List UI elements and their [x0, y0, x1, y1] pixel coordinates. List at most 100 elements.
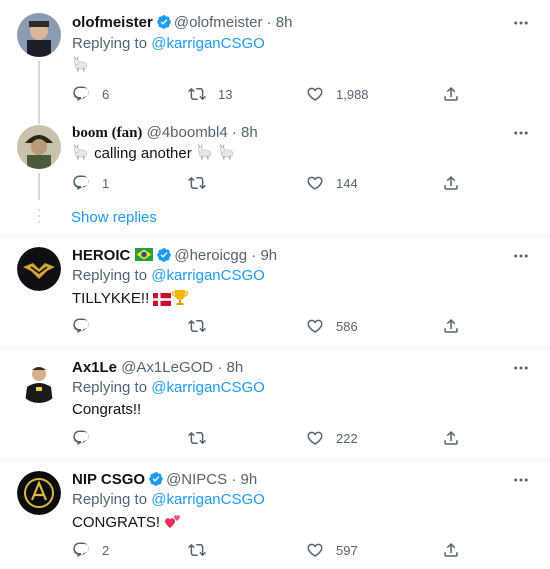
reply-icon — [72, 174, 90, 192]
like-button[interactable]: 222 — [306, 428, 358, 448]
reply-icon — [72, 429, 90, 447]
handle[interactable]: @Ax1LeGOD — [121, 359, 213, 376]
tweet-heroic[interactable]: HEROIC @heroicgg · 9h Replying to @karrig… — [0, 236, 550, 347]
mention-link[interactable]: @karriganCSGO — [151, 379, 265, 396]
like-button[interactable]: 144 — [306, 173, 358, 193]
verified-badge-icon — [148, 471, 164, 487]
retweet-button[interactable] — [188, 540, 218, 560]
more-options-icon[interactable] — [512, 124, 530, 142]
denmark-flag-icon — [153, 293, 172, 306]
like-button[interactable]: 1,988 — [306, 84, 369, 104]
reply-button[interactable]: 1 — [72, 173, 109, 193]
like-icon — [306, 85, 324, 103]
verified-badge-icon — [156, 14, 172, 30]
more-options-icon[interactable] — [512, 14, 530, 32]
more-options-icon[interactable] — [512, 471, 530, 489]
retweet-icon — [188, 317, 206, 335]
tweet-header: boom (fan) @4boombl4 · 8h — [72, 123, 258, 143]
avatar[interactable] — [17, 471, 61, 515]
reply-count: 6 — [102, 86, 110, 102]
tweet-text: TILLYKKE!! — [72, 288, 189, 309]
like-count: 1,988 — [336, 86, 369, 102]
tweet-header: HEROIC @heroicgg · 9h — [72, 246, 277, 266]
avatar[interactable] — [17, 359, 61, 403]
retweet-button[interactable] — [188, 428, 218, 448]
tweet-boom[interactable]: boom (fan) @4boombl4 · 8h calling anothe… — [0, 118, 550, 235]
reply-icon — [72, 85, 90, 103]
share-icon — [442, 429, 460, 447]
thread-line — [38, 173, 40, 200]
more-options-icon[interactable] — [512, 247, 530, 265]
reply-button[interactable]: 6 — [72, 84, 109, 104]
tweet-actions: 6 13 1,988 — [72, 84, 472, 104]
like-icon — [306, 541, 324, 559]
share-button[interactable] — [442, 428, 460, 448]
like-button[interactable]: 586 — [306, 316, 358, 336]
timestamp[interactable]: · 9h — [251, 247, 277, 264]
two-hearts-icon — [165, 515, 181, 528]
reply-button[interactable] — [72, 316, 102, 336]
thread-line — [38, 118, 40, 124]
retweet-icon — [188, 429, 206, 447]
tweet-header: Ax1Le @Ax1LeGOD · 8h — [72, 358, 243, 378]
timestamp[interactable]: · 9h — [231, 471, 257, 488]
like-button[interactable]: 597 — [306, 540, 358, 560]
handle[interactable]: @heroicgg — [174, 247, 247, 264]
tweet-actions: 222 — [72, 428, 472, 448]
share-icon — [442, 541, 460, 559]
handle[interactable]: @NIPCS — [166, 471, 227, 488]
goat-emoji-icon — [196, 143, 214, 161]
display-name[interactable]: Ax1Le — [72, 359, 117, 376]
mention-link[interactable]: @karriganCSGO — [151, 491, 265, 508]
retweet-icon — [188, 541, 206, 559]
tweet-actions: 1 144 — [72, 173, 472, 193]
goat-emoji-icon — [72, 55, 90, 73]
avatar[interactable] — [17, 13, 61, 57]
reply-button[interactable] — [72, 428, 102, 448]
timestamp[interactable]: · 8h — [217, 359, 243, 376]
reply-icon — [72, 317, 90, 335]
avatar[interactable] — [17, 125, 61, 169]
retweet-button[interactable] — [188, 316, 218, 336]
retweet-icon — [188, 85, 206, 103]
tweet-text — [72, 55, 90, 76]
avatar[interactable] — [17, 247, 61, 291]
tweet-actions: 586 — [72, 316, 472, 336]
replying-to: Replying to @karriganCSGO — [72, 379, 265, 396]
tweet-ax1le[interactable]: Ax1Le @Ax1LeGOD · 8h Replying to @karrig… — [0, 348, 550, 459]
thread-dots — [37, 209, 41, 227]
like-count: 597 — [336, 542, 358, 558]
reply-button[interactable]: 2 — [72, 540, 109, 560]
handle[interactable]: @olofmeister — [174, 14, 263, 31]
display-name[interactable]: HEROIC — [72, 247, 130, 264]
timestamp[interactable]: · 8h — [232, 124, 258, 141]
mention-link[interactable]: @karriganCSGO — [151, 35, 265, 52]
share-button[interactable] — [442, 173, 460, 193]
retweet-button[interactable]: 13 — [188, 84, 232, 104]
reply-count: 2 — [102, 542, 110, 558]
replying-to: Replying to @karriganCSGO — [72, 267, 265, 284]
like-count: 144 — [336, 175, 358, 191]
mention-link[interactable]: @karriganCSGO — [151, 267, 265, 284]
replying-to: Replying to @karriganCSGO — [72, 35, 265, 52]
share-button[interactable] — [442, 316, 460, 336]
reply-count: 1 — [102, 175, 110, 191]
show-replies-link[interactable]: Show replies — [71, 208, 157, 228]
retweet-button[interactable] — [188, 173, 218, 193]
display-name[interactable]: boom (fan) — [72, 125, 142, 141]
handle[interactable]: @4boombl4 — [147, 124, 228, 141]
display-name[interactable]: NIP CSGO — [72, 471, 145, 488]
tweet-header: olofmeister @olofmeister · 8h — [72, 13, 292, 33]
tweet-text: calling another — [72, 143, 236, 164]
share-icon — [442, 317, 460, 335]
display-name[interactable]: olofmeister — [72, 14, 153, 31]
tweet-text: CONGRATS! — [72, 512, 182, 533]
retweet-icon — [188, 174, 206, 192]
timestamp[interactable]: · 8h — [267, 14, 293, 31]
share-button[interactable] — [442, 540, 460, 560]
like-icon — [306, 429, 324, 447]
share-button[interactable] — [442, 84, 460, 104]
tweet-nip[interactable]: NIP CSGO @NIPCS · 9h Replying to @karriga… — [0, 460, 550, 569]
more-options-icon[interactable] — [512, 359, 530, 377]
tweet-olofmeister[interactable]: olofmeister @olofmeister · 8h Replying to… — [0, 0, 550, 118]
